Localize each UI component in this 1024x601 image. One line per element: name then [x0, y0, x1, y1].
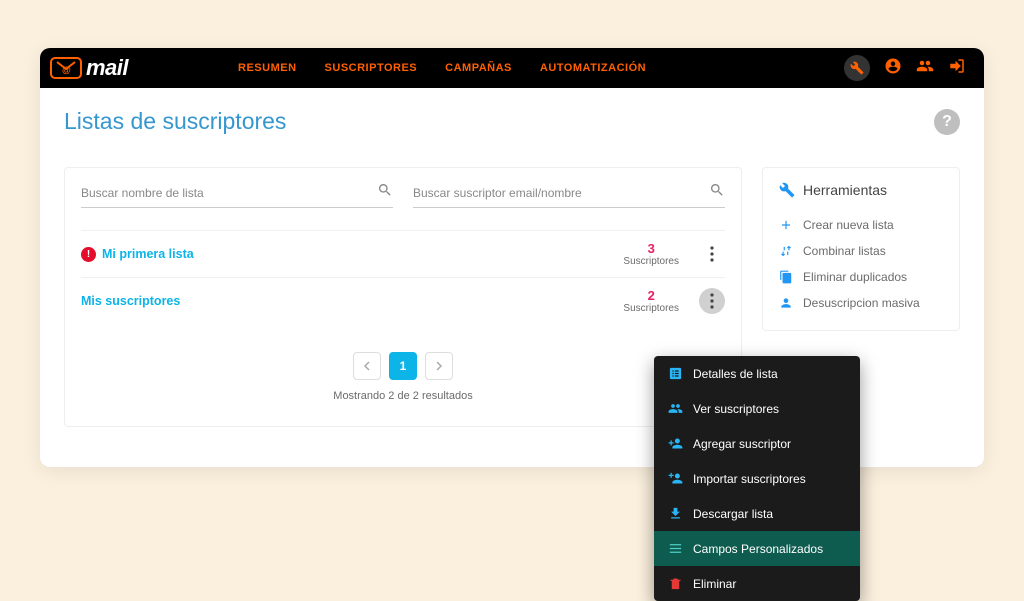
logo-text: mail — [86, 55, 128, 81]
search-list-input[interactable] — [81, 186, 377, 200]
nav-campanas[interactable]: CAMPAÑAS — [445, 62, 512, 74]
pager-next[interactable] — [425, 352, 453, 380]
pager-page-1[interactable]: 1 — [389, 352, 417, 380]
help-icon[interactable]: ? — [934, 109, 960, 135]
top-nav-bar: @ mail RESUMEN SUSCRIPTORES CAMPAÑAS AUT… — [40, 48, 984, 88]
subscriber-count: 2 Suscriptores — [623, 288, 679, 314]
row-context-menu: Detalles de lista Ver suscriptores Agreg… — [654, 356, 860, 601]
nav-suscriptores[interactable]: SUSCRIPTORES — [325, 62, 418, 74]
ctx-custom-fields[interactable]: Campos Personalizados — [654, 531, 860, 566]
list-name-link[interactable]: Mis suscriptores — [81, 294, 623, 308]
tool-merge-lists[interactable]: Combinar listas — [779, 238, 943, 264]
svg-text:@: @ — [62, 65, 71, 75]
results-text: Mostrando 2 de 2 resultados — [81, 390, 725, 402]
tool-bulk-unsubscribe[interactable]: Desuscripcion masiva — [779, 290, 943, 316]
top-right-icons — [844, 55, 984, 81]
error-icon: ! — [81, 247, 96, 262]
search-icon[interactable] — [709, 182, 725, 203]
ctx-delete[interactable]: Eliminar — [654, 566, 860, 601]
list-row: Mis suscriptores 2 Suscriptores — [81, 277, 725, 324]
users-icon[interactable] — [916, 57, 934, 80]
tools-card: Herramientas Crear nueva lista Combinar … — [762, 167, 960, 331]
search-subscriber-input[interactable] — [413, 186, 709, 200]
search-icon[interactable] — [377, 182, 393, 203]
ctx-add-subscriber[interactable]: Agregar suscriptor — [654, 426, 860, 461]
ctx-view-subscribers[interactable]: Ver suscriptores — [654, 391, 860, 426]
tools-title: Herramientas — [779, 182, 943, 198]
pager-prev[interactable] — [353, 352, 381, 380]
tools-icon[interactable] — [844, 55, 870, 81]
nav-resumen[interactable]: RESUMEN — [238, 62, 297, 74]
list-name-link[interactable]: ! Mi primera lista — [81, 247, 623, 262]
logout-icon[interactable] — [948, 57, 966, 80]
ctx-download-list[interactable]: Descargar lista — [654, 496, 860, 531]
main-nav: RESUMEN SUSCRIPTORES CAMPAÑAS AUTOMATIZA… — [238, 62, 646, 74]
row-menu-button[interactable] — [699, 288, 725, 314]
subscriber-count: 3 Suscriptores — [623, 241, 679, 267]
nav-automatizacion[interactable]: AUTOMATIZACIÓN — [540, 62, 646, 74]
tool-create-list[interactable]: Crear nueva lista — [779, 212, 943, 238]
pagination: 1 — [81, 352, 725, 380]
logo-icon: @ — [50, 57, 82, 79]
row-menu-button[interactable] — [699, 241, 725, 267]
app-logo: @ mail — [50, 55, 128, 81]
ctx-import-subscribers[interactable]: Importar suscriptores — [654, 461, 860, 496]
tool-remove-duplicates[interactable]: Eliminar duplicados — [779, 264, 943, 290]
lists-card: ! Mi primera lista 3 Suscriptores — [64, 167, 742, 427]
page-title: Listas de suscriptores — [64, 108, 286, 135]
ctx-list-details[interactable]: Detalles de lista — [654, 356, 860, 391]
account-icon[interactable] — [884, 57, 902, 80]
list-row: ! Mi primera lista 3 Suscriptores — [81, 230, 725, 277]
